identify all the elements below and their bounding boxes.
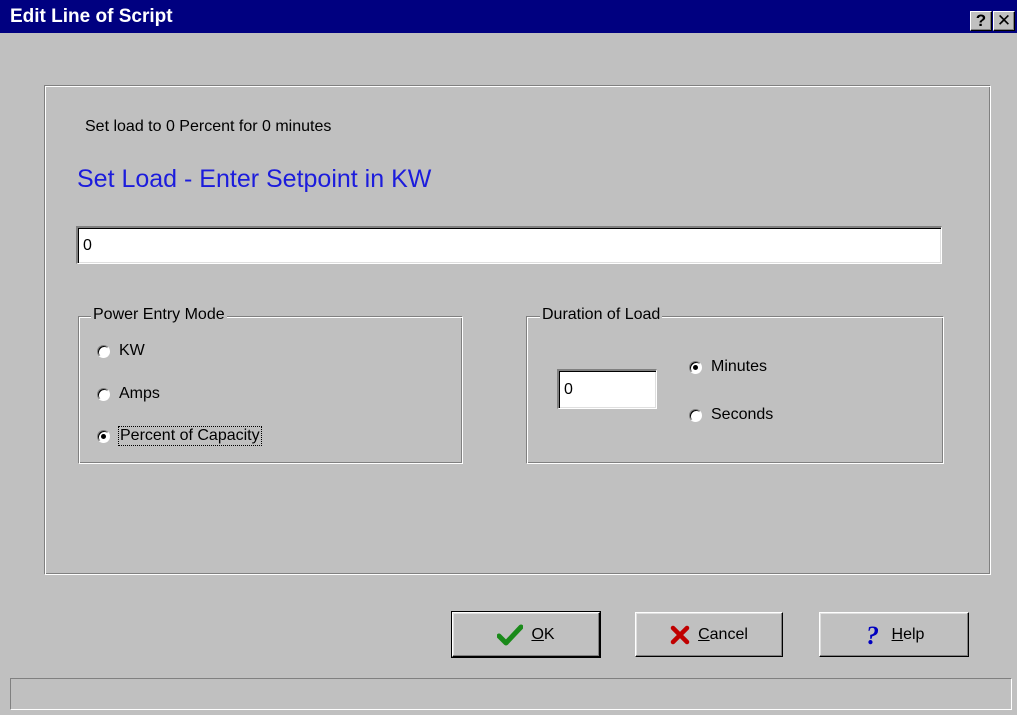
power-entry-mode-label: Power Entry Mode xyxy=(91,306,227,324)
radio-kw-label: KW xyxy=(119,342,145,359)
radio-seconds[interactable]: Seconds xyxy=(689,404,773,426)
x-icon xyxy=(670,625,690,645)
question-icon: ? xyxy=(975,11,987,30)
radio-minutes-label: Minutes xyxy=(711,358,768,375)
radio-amps-label: Amps xyxy=(119,385,160,402)
check-icon xyxy=(497,624,524,646)
context-help-button[interactable]: ? xyxy=(970,11,992,31)
svg-text:?: ? xyxy=(866,622,879,648)
radio-percent-of-capacity[interactable]: Percent of Capacity xyxy=(97,425,262,447)
title-bar[interactable]: Edit Line of Script ? ✕ xyxy=(0,0,1017,33)
window-title: Edit Line of Script xyxy=(10,6,173,27)
radio-kw[interactable]: KW xyxy=(97,340,145,362)
radio-minutes[interactable]: Minutes xyxy=(689,356,767,378)
radio-percent-of-capacity-label: Percent of Capacity xyxy=(118,426,262,446)
radio-button-icon xyxy=(97,344,110,358)
setpoint-input[interactable] xyxy=(76,226,942,264)
question-icon: ? xyxy=(864,622,884,648)
help-label: Help xyxy=(891,625,925,643)
close-button[interactable]: ✕ xyxy=(993,11,1015,31)
radio-amps[interactable]: Amps xyxy=(97,383,160,405)
close-icon: ✕ xyxy=(996,11,1012,30)
duration-of-load-label: Duration of Load xyxy=(540,306,663,324)
cancel-label: Cancel xyxy=(698,625,748,643)
radio-button-icon xyxy=(689,408,702,422)
status-bar xyxy=(10,678,1012,710)
help-button[interactable]: ? Help xyxy=(819,612,969,657)
script-summary: Set load to 0 Percent for 0 minutes xyxy=(85,118,332,135)
ok-label: OK xyxy=(531,625,555,643)
ok-button[interactable]: OK xyxy=(451,611,601,658)
setpoint-heading: Set Load - Enter Setpoint in KW xyxy=(77,165,432,193)
cancel-button[interactable]: Cancel xyxy=(635,612,783,657)
radio-button-checked-icon xyxy=(689,360,702,374)
duration-input[interactable] xyxy=(557,369,657,409)
radio-seconds-label: Seconds xyxy=(711,406,774,423)
radio-button-checked-icon xyxy=(97,429,110,443)
radio-button-icon xyxy=(97,387,110,401)
